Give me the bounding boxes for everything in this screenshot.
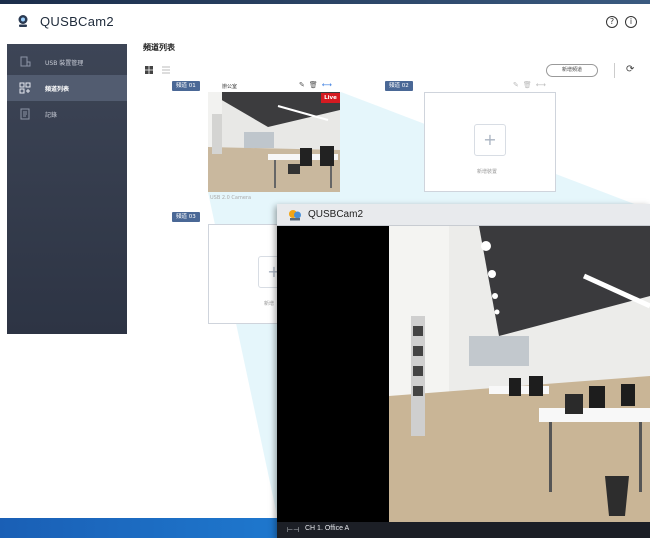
question-circle-icon[interactable]: ? [606,16,618,28]
office-camera-image [208,92,340,192]
page-title: 頻道列表 [143,43,175,52]
connection-status-icon: ⊢⊣ [287,526,300,534]
channel-01-badge: 頻道 01 [172,81,200,91]
trash-icon[interactable]: 🗑 [523,81,536,89]
usb-device-icon [20,56,31,67]
sidebar-item-label: 記錄 [45,111,58,119]
sidebar-item-channel-list[interactable]: 頻道列表 [7,75,127,101]
channel-02-tools: ✎🗑⟷ [513,81,550,89]
toolbar-divider [614,63,615,78]
sidebar-item-log[interactable]: 記錄 [7,101,127,127]
trash-icon[interactable]: 🗑 [309,81,322,89]
channel-01-preview[interactable] [208,92,340,192]
info-circle-icon[interactable]: i [625,16,637,28]
channel-01-caption: USB 2.0 Camera [210,195,252,201]
add-device-label: 新增 [264,301,275,307]
channel-02-empty-card[interactable]: + 新增裝置 [424,92,556,192]
app-header: QUSBCam2 ? i [0,4,650,34]
channel-02-badge: 頻道 02 [385,81,413,91]
channel-03-badge: 頻道 03 [172,212,200,222]
sidebar: USB 裝置管理 頻道列表 記錄 [7,44,127,334]
qusbcam-logo-icon [289,210,301,221]
log-icon [20,108,30,120]
add-channel-button[interactable]: 新增頻道 [546,64,598,77]
add-device-plus-icon[interactable]: + [474,124,506,156]
edit-icon[interactable]: ✎ [513,81,523,89]
viewer-camera-feed [389,226,650,522]
grid-view-icon[interactable] [145,66,153,74]
channel-01-tools: ✎🗑⟷ [299,81,336,89]
edit-icon[interactable]: ✎ [299,81,309,89]
refresh-icon[interactable]: ⟳ [626,64,634,75]
app-title: QUSBCam2 [40,14,114,29]
viewer-titlebar[interactable]: QUSBCam2 [277,204,650,226]
live-badge: Live [321,93,340,103]
sidebar-item-usb-devices[interactable]: USB 裝置管理 [7,49,127,75]
viewer-channel-label: CH 1. Office A [305,525,350,532]
channel-list-icon [19,82,31,94]
webcam-logo-icon [18,15,28,27]
viewer-status-bar: ⊢⊣ CH 1. Office A [277,522,650,538]
viewer-title: QUSBCam2 [308,209,364,220]
channel-01-name: 辦公室 [222,84,238,90]
sidebar-item-label: 頻道列表 [45,85,70,93]
list-view-icon[interactable] [162,66,170,74]
office-camera-large-image [389,226,650,522]
add-device-label: 新增裝置 [477,169,498,175]
camera-viewer-window[interactable]: QUSBCam2 ⊢⊣ CH 1. Office A [277,204,650,538]
sidebar-item-label: USB 裝置管理 [45,59,84,67]
connection-icon[interactable]: ⟷ [322,81,336,89]
connection-icon[interactable]: ⟷ [536,81,550,89]
